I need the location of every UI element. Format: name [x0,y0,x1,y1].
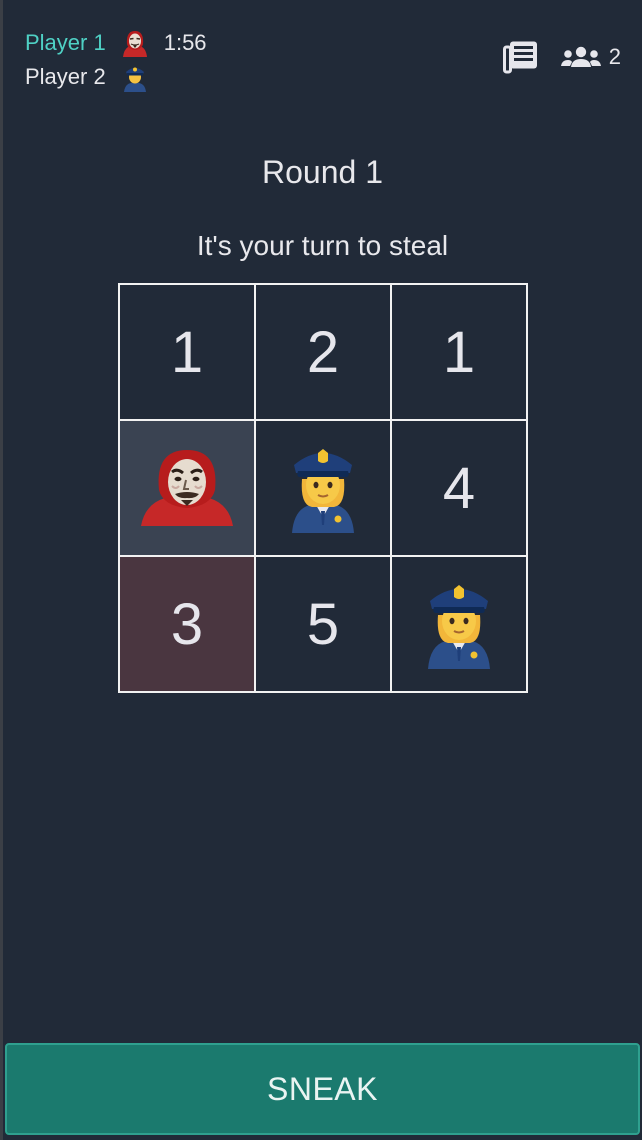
robber-icon [139,446,235,530]
player-name-2: Player 2 [25,64,106,89]
turn-timer: 1:56 [163,30,207,55]
player-name-1: Player 1 [25,30,106,55]
player-list: Player 1 1:56 Player 2 [25,26,207,94]
board-cell-target[interactable]: 3 [118,555,256,693]
board-cell[interactable]: 1 [390,283,528,421]
game-board: 1 2 1 4 3 5 [118,283,528,693]
turn-status: It's your turn to steal [196,230,449,261]
police-icon [288,443,358,533]
board-cell-robber[interactable] [118,419,256,557]
board-cell-police[interactable] [254,419,392,557]
robber-avatar-icon [120,28,150,58]
police-avatar-icon [120,62,150,92]
newspaper-icon[interactable] [502,40,539,74]
player-row-1: Player 1 1:56 [25,26,207,60]
board-cell[interactable]: 1 [118,283,256,421]
board-cell[interactable]: 2 [254,283,392,421]
header-actions: 2 [502,40,621,74]
users-icon[interactable] [560,46,601,68]
police-icon [424,579,494,669]
game-screen: Player 1 1:56 Player 2 2 Round 1 It's yo… [3,0,642,1140]
round-title: Round 1 [262,154,383,190]
board-cell[interactable]: 4 [390,419,528,557]
board-cell[interactable]: 5 [254,555,392,693]
board-cell-police[interactable] [390,555,528,693]
player-row-2: Player 2 [25,60,207,94]
sneak-button[interactable]: SNEAK [5,1043,640,1135]
user-count: 2 [608,44,621,69]
